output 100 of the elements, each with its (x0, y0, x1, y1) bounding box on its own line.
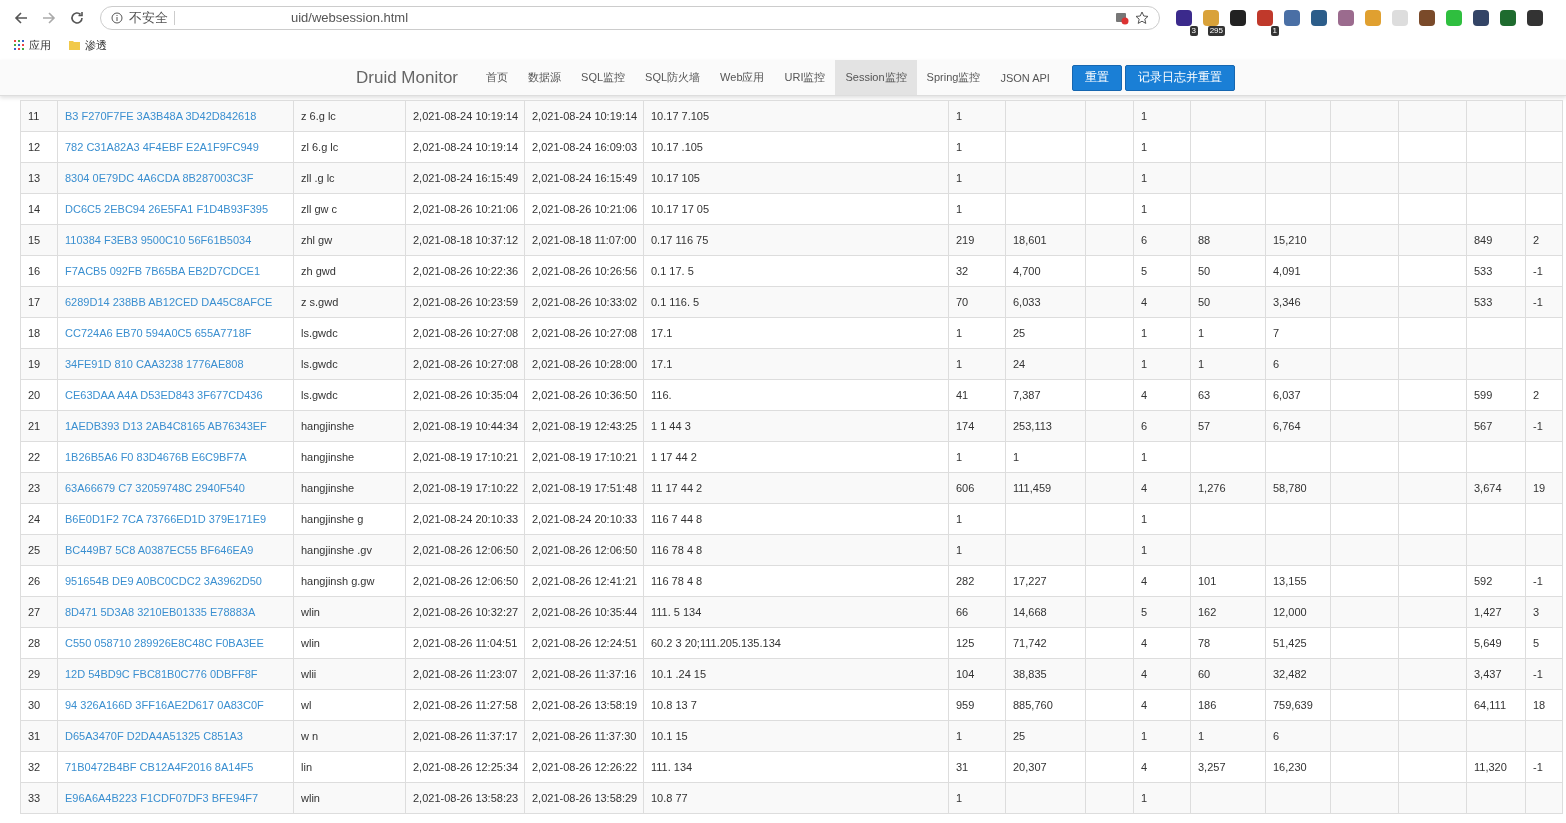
table-cell: 31 (956, 761, 969, 773)
table-cell: 1 (1141, 203, 1148, 215)
table-cell: 162 (1198, 606, 1217, 618)
nav-tab[interactable]: 数据源 (518, 60, 572, 95)
table-cell: 11 17 44 2 (651, 482, 703, 494)
table-cell: 1 (1141, 513, 1148, 525)
table-cell: 38,835 (1013, 668, 1047, 680)
table-cell: 10.17 17 05 (651, 203, 710, 215)
table-cell: 2,021-08-26 10:21:06 (413, 203, 519, 215)
table-cell: 88 (1198, 234, 1211, 246)
table-cell: -1 (1533, 761, 1543, 773)
table-cell: 219 (956, 234, 975, 246)
table-cell: 567 (1474, 420, 1493, 432)
extension-icon[interactable] (1500, 9, 1516, 26)
table-cell: 32 (956, 265, 969, 277)
table-cell: 0.1 17. 5 (651, 265, 694, 277)
table-cell: 10.8 77 (651, 792, 688, 804)
table-cell: 29 (28, 668, 41, 680)
table-cell: 4 (1141, 637, 1148, 649)
table-cell: 51,425 (1273, 637, 1307, 649)
table-cell: 10.1 .24 15 (651, 668, 707, 680)
table-cell: 22 (28, 451, 41, 463)
table-cell: 11,320 (1474, 761, 1507, 773)
table-cell: lin (301, 761, 312, 773)
table-cell: 111,459 (1013, 482, 1052, 494)
table-cell: 2,021-08-26 10:21:06 (532, 203, 638, 215)
table-cell: -1 (1533, 296, 1543, 308)
table-cell: 63 (1198, 389, 1211, 401)
table-cell: 4 (1141, 575, 1148, 587)
table-cell: 10.1 15 (651, 730, 688, 742)
table-cell: 959 (956, 699, 975, 711)
extension-icon[interactable] (1473, 9, 1489, 26)
nav-tab[interactable]: SQL监控 (571, 60, 636, 95)
table-cell: 1 (956, 513, 963, 525)
table-cell: wlin (301, 637, 320, 649)
bookmark[interactable]: 渗透 (69, 37, 107, 53)
extension-icon[interactable] (1176, 9, 1192, 26)
table-cell: 3,346 (1273, 296, 1301, 308)
table-cell: 1 (956, 172, 963, 184)
reset-button[interactable]: 记录日志并重置 (1124, 64, 1235, 91)
table-cell: 1 (1141, 358, 1148, 370)
table-cell: 15,210 (1273, 234, 1307, 246)
table-cell: 1 (1141, 451, 1148, 463)
table-cell: hangjinshe .gv (301, 544, 372, 556)
table-cell: 2,021-08-26 10:27:08 (532, 327, 638, 339)
table-cell: 6,033 (1013, 296, 1041, 308)
table-cell: 27 (28, 606, 41, 618)
table-cell: 1,427 (1474, 606, 1502, 618)
table-cell: 7 (1273, 327, 1280, 339)
extension-icon[interactable] (1419, 9, 1435, 26)
nav-tab[interactable]: Web应用 (710, 60, 775, 95)
table-cell: 50 (1198, 296, 1211, 308)
blocked-icon[interactable] (1115, 10, 1129, 25)
nav-tab[interactable]: URI监控 (774, 60, 836, 95)
nav-tab[interactable]: Spring监控 (916, 60, 991, 95)
table-cell: 253,113 (1013, 420, 1052, 432)
table-cell: 2,021-08-24 20:10:33 (413, 513, 519, 525)
table-cell: 2,021-08-26 13:58:19 (532, 699, 638, 711)
table-cell: zl 6.g lc (301, 141, 339, 153)
table-cell: zll gw c (301, 203, 338, 215)
nav-tab[interactable]: SQL防火墙 (635, 60, 711, 95)
brand-title[interactable]: Druid Monitor (356, 67, 459, 88)
bookmark[interactable]: 应用 (14, 37, 51, 53)
table-cell: 30 (28, 699, 41, 711)
table-cell: 2,021-08-24 10:19:14 (532, 110, 638, 122)
table-cell: 125 (956, 637, 975, 649)
table-cell: 2,021-08-26 10:32:27 (413, 606, 519, 618)
table-cell: 16,230 (1273, 761, 1307, 773)
table-cell: 24 (1013, 358, 1026, 370)
nav-tab[interactable]: Session监控 (835, 60, 917, 95)
table-cell: 2,021-08-26 12:26:22 (532, 761, 638, 773)
table-cell: 1 1 44 3 (651, 420, 691, 432)
extension-icon[interactable] (1527, 9, 1543, 26)
extension-icon[interactable] (1311, 9, 1327, 26)
table-cell: 6 (1141, 420, 1148, 432)
info-icon[interactable] (111, 11, 123, 24)
nav-tab[interactable]: JSON API (990, 60, 1060, 95)
table-cell: 23 (28, 482, 41, 494)
table-cell: ls.gwdc (301, 327, 338, 339)
extension-icon[interactable] (1230, 9, 1246, 26)
table-cell: 11 (28, 110, 40, 122)
table-cell: 6 (1273, 358, 1280, 370)
table-cell: 1 (956, 730, 963, 742)
star-icon[interactable] (1135, 10, 1149, 25)
table-cell: 2,021-08-26 13:58:23 (413, 792, 519, 804)
table-cell: 2 (1533, 389, 1540, 401)
table-cell: hangjinshe g (301, 513, 364, 525)
table-cell: 1 (956, 792, 963, 804)
folder-icon (69, 40, 80, 50)
table-cell: 2,021-08-19 17:10:21 (413, 451, 519, 463)
table-cell: 12 (28, 141, 41, 153)
nav-tab[interactable]: 首页 (476, 60, 519, 95)
table-cell: -1 (1533, 420, 1543, 432)
security-label: 不安全 (129, 8, 168, 27)
reset-button[interactable]: 重置 (1071, 64, 1122, 91)
table-cell: 3,674 (1474, 482, 1502, 494)
table-cell: 31 (28, 730, 41, 742)
table-cell: 4,700 (1013, 265, 1041, 277)
table-cell: 64,111 (1474, 699, 1506, 711)
table-cell: 10.17 .105 (651, 141, 703, 153)
